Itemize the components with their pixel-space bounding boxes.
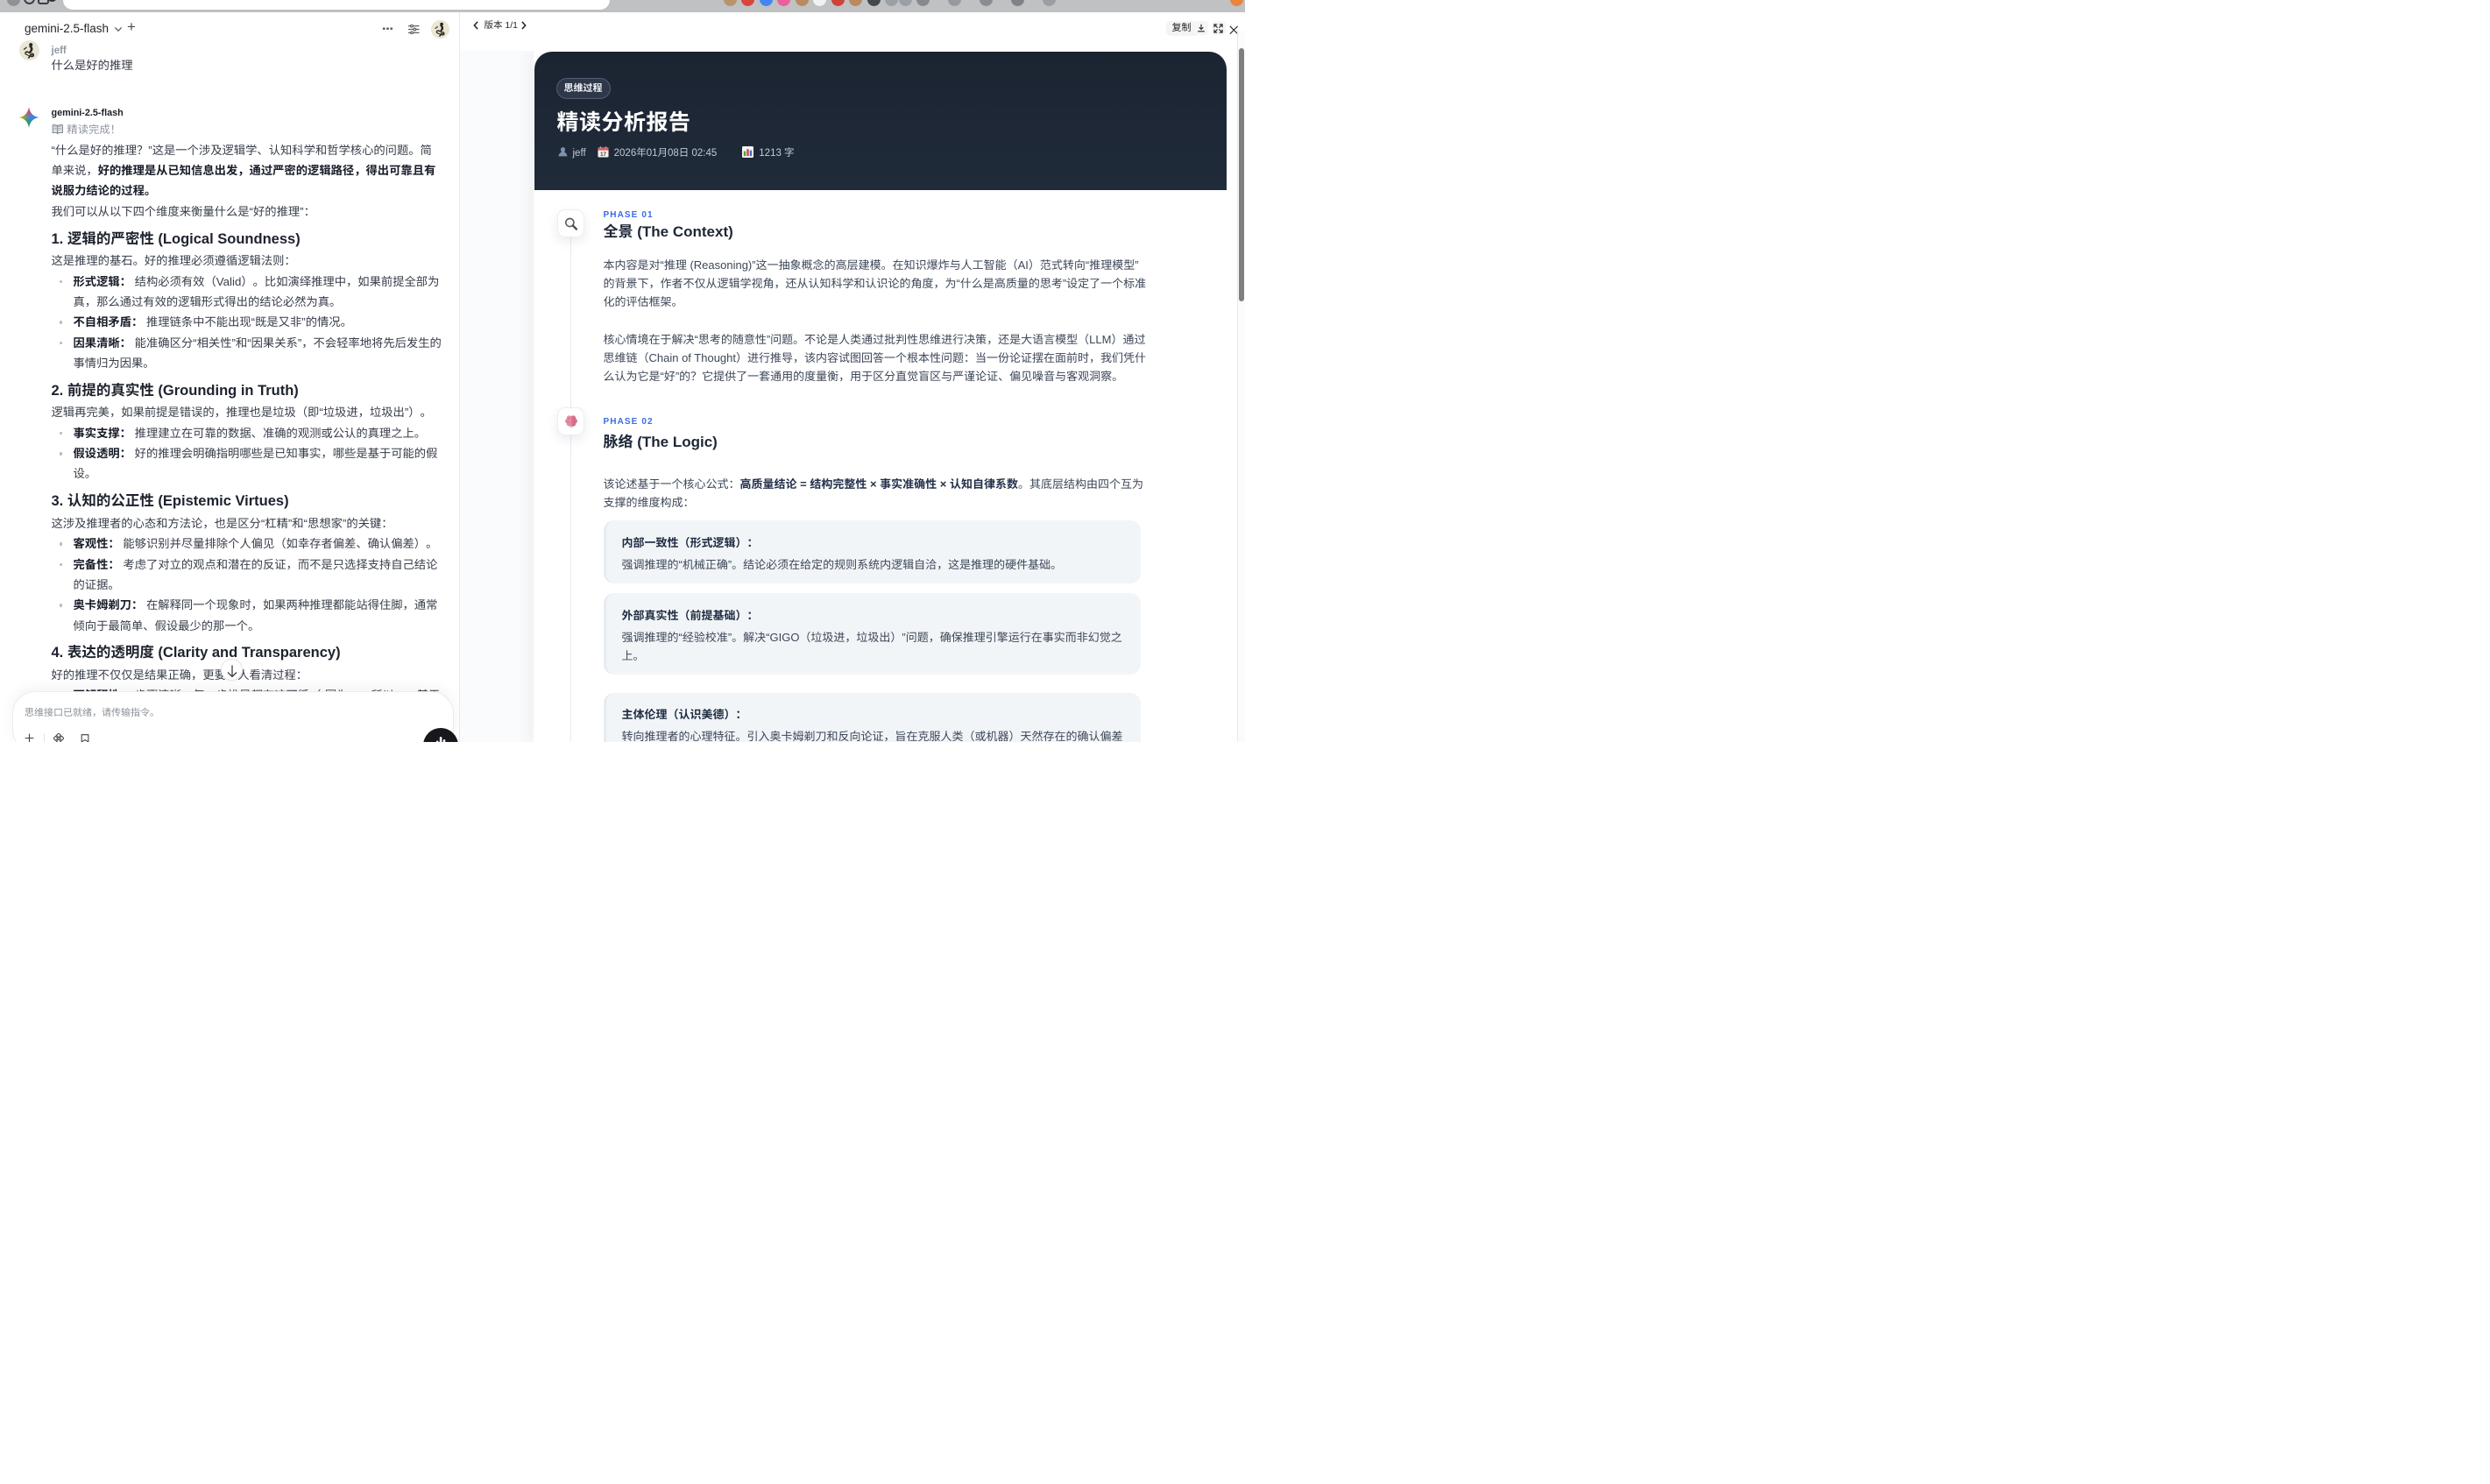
- svg-text:17: 17: [600, 152, 606, 157]
